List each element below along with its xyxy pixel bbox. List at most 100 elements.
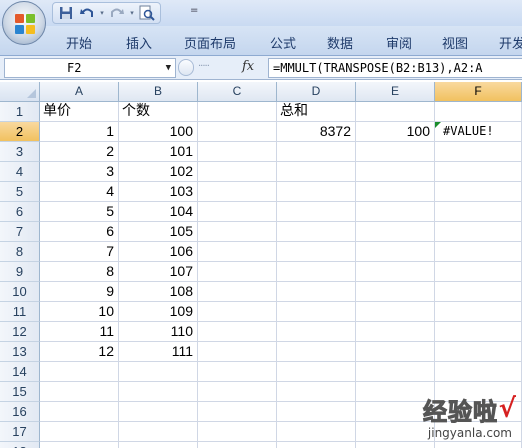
column-header-f[interactable]: F: [435, 82, 522, 102]
cell-c12[interactable]: [198, 322, 277, 342]
cell-c11[interactable]: [198, 302, 277, 322]
row-header-10[interactable]: 10: [0, 282, 40, 302]
cell-d10[interactable]: [277, 282, 356, 302]
cell-a7[interactable]: 6: [40, 222, 119, 242]
cell-c5[interactable]: [198, 182, 277, 202]
insert-function-icon[interactable]: fx: [242, 59, 254, 74]
cell-b1[interactable]: 个数: [119, 102, 198, 122]
cell-c18[interactable]: [198, 442, 277, 448]
cell-d14[interactable]: [277, 362, 356, 382]
cell-d13[interactable]: [277, 342, 356, 362]
tab-page-layout[interactable]: 页面布局: [184, 33, 236, 52]
cell-c3[interactable]: [198, 142, 277, 162]
cell-d18[interactable]: [277, 442, 356, 448]
cell-d7[interactable]: [277, 222, 356, 242]
cell-b12[interactable]: 110: [119, 322, 198, 342]
row-header-12[interactable]: 12: [0, 322, 40, 342]
cell-a11[interactable]: 10: [40, 302, 119, 322]
cell-e13[interactable]: [356, 342, 435, 362]
cell-a13[interactable]: 12: [40, 342, 119, 362]
cell-f2[interactable]: #VALUE!: [435, 122, 522, 142]
cell-a8[interactable]: 7: [40, 242, 119, 262]
cell-a15[interactable]: [40, 382, 119, 402]
cell-c9[interactable]: [198, 262, 277, 282]
cell-e7[interactable]: [356, 222, 435, 242]
tab-developer[interactable]: 开发: [499, 33, 522, 52]
row-header-9[interactable]: 9: [0, 262, 40, 282]
cell-a14[interactable]: [40, 362, 119, 382]
cell-f3[interactable]: [435, 142, 522, 162]
cell-b5[interactable]: 103: [119, 182, 198, 202]
undo-icon[interactable]: [78, 4, 96, 22]
cell-a6[interactable]: 5: [40, 202, 119, 222]
cell-e4[interactable]: [356, 162, 435, 182]
cell-d1[interactable]: 总和: [277, 102, 356, 122]
cell-c17[interactable]: [198, 422, 277, 442]
tab-data[interactable]: 数据: [327, 33, 353, 52]
column-header-a[interactable]: A: [40, 82, 119, 102]
cell-a17[interactable]: [40, 422, 119, 442]
undo-dropdown-icon[interactable]: ▾: [99, 4, 105, 22]
cell-c2[interactable]: [198, 122, 277, 142]
cell-a5[interactable]: 4: [40, 182, 119, 202]
cell-b7[interactable]: 105: [119, 222, 198, 242]
cell-a3[interactable]: 2: [40, 142, 119, 162]
cell-b8[interactable]: 106: [119, 242, 198, 262]
cell-c10[interactable]: [198, 282, 277, 302]
cell-c14[interactable]: [198, 362, 277, 382]
cell-f4[interactable]: [435, 162, 522, 182]
cell-b16[interactable]: [119, 402, 198, 422]
name-box[interactable]: F2 ▼: [4, 58, 176, 78]
cell-d3[interactable]: [277, 142, 356, 162]
cell-b18[interactable]: [119, 442, 198, 448]
cell-a10[interactable]: 9: [40, 282, 119, 302]
cell-b17[interactable]: [119, 422, 198, 442]
tab-insert[interactable]: 插入: [126, 33, 152, 52]
cell-b10[interactable]: 108: [119, 282, 198, 302]
cell-c7[interactable]: [198, 222, 277, 242]
cell-a2[interactable]: 1: [40, 122, 119, 142]
redo-dropdown-icon[interactable]: ▾: [129, 4, 135, 22]
cell-d15[interactable]: [277, 382, 356, 402]
cell-e3[interactable]: [356, 142, 435, 162]
cell-f1[interactable]: [435, 102, 522, 122]
row-header-7[interactable]: 7: [0, 222, 40, 242]
column-header-b[interactable]: B: [119, 82, 198, 102]
cell-e8[interactable]: [356, 242, 435, 262]
cell-d2[interactable]: 8372: [277, 122, 356, 142]
cell-c13[interactable]: [198, 342, 277, 362]
cell-b6[interactable]: 104: [119, 202, 198, 222]
cell-e12[interactable]: [356, 322, 435, 342]
column-header-c[interactable]: C: [198, 82, 277, 102]
cell-e11[interactable]: [356, 302, 435, 322]
formula-input[interactable]: =MMULT(TRANSPOSE(B2:B13),A2:A: [268, 58, 522, 78]
save-icon[interactable]: [57, 4, 75, 22]
cell-a9[interactable]: 8: [40, 262, 119, 282]
customize-dropdown-icon[interactable]: =: [190, 5, 198, 16]
cell-e1[interactable]: [356, 102, 435, 122]
cell-e14[interactable]: [356, 362, 435, 382]
cell-b13[interactable]: 111: [119, 342, 198, 362]
cell-c16[interactable]: [198, 402, 277, 422]
row-header-3[interactable]: 3: [0, 142, 40, 162]
cell-b4[interactable]: 102: [119, 162, 198, 182]
cell-e5[interactable]: [356, 182, 435, 202]
cell-d16[interactable]: [277, 402, 356, 422]
cell-f13[interactable]: [435, 342, 522, 362]
cell-b2[interactable]: 100: [119, 122, 198, 142]
cell-b9[interactable]: 107: [119, 262, 198, 282]
cell-b11[interactable]: 109: [119, 302, 198, 322]
tab-home[interactable]: 开始: [66, 33, 92, 52]
cell-d12[interactable]: [277, 322, 356, 342]
cell-d17[interactable]: [277, 422, 356, 442]
cell-b3[interactable]: 101: [119, 142, 198, 162]
formula-bar-handle[interactable]: [178, 59, 194, 76]
row-header-14[interactable]: 14: [0, 362, 40, 382]
cell-a18[interactable]: [40, 442, 119, 448]
cell-c6[interactable]: [198, 202, 277, 222]
row-header-6[interactable]: 6: [0, 202, 40, 222]
cell-a16[interactable]: [40, 402, 119, 422]
cell-d6[interactable]: [277, 202, 356, 222]
cell-b15[interactable]: [119, 382, 198, 402]
office-button[interactable]: [2, 1, 46, 45]
